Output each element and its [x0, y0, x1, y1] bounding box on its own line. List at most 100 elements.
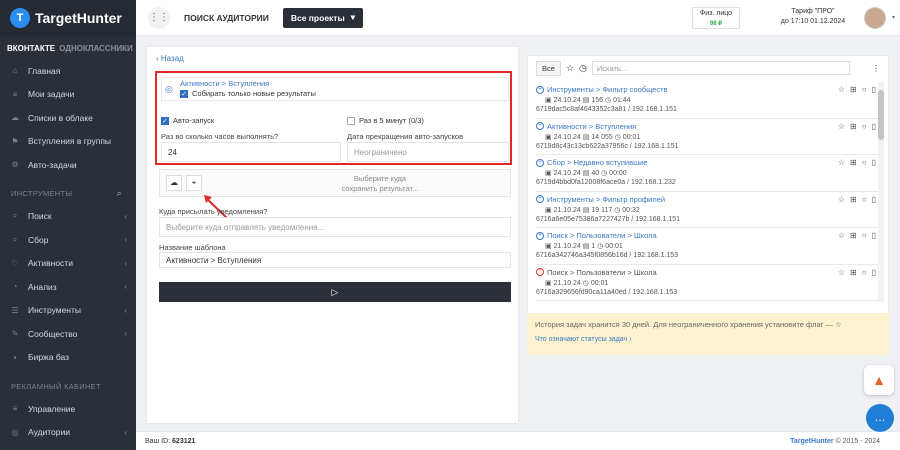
sidebar-item-activities[interactable]: ♡ Активности ‹ [0, 252, 136, 276]
history-row-title[interactable]: + Инструменты > Фильтр профилей [536, 195, 878, 204]
star-icon[interactable]: ☆ [838, 122, 845, 131]
checkbox-checked-icon[interactable]: ✓ [180, 90, 188, 99]
logo[interactable]: T TargetHunter [0, 0, 136, 36]
scrollbar[interactable] [878, 82, 884, 302]
chevron-left-icon: ‹ [124, 329, 127, 339]
star-icon[interactable]: ☆ [566, 63, 574, 74]
hours-input[interactable]: 24 [161, 142, 341, 162]
checkbox-icon[interactable] [347, 117, 355, 126]
hint-line1: Выберите куда [353, 174, 407, 183]
caret-down-icon[interactable]: ▾ [892, 14, 895, 21]
sidebar-item-base-exchange[interactable]: ▪ Биржа баз [0, 346, 136, 370]
star-icon[interactable]: ☆ [838, 158, 845, 167]
clock-icon: ◷ [601, 170, 608, 177]
history-row[interactable]: ! Поиск > Пользователи > Школа ▣ 21.10.24 … [536, 265, 878, 301]
run-button[interactable]: ▷ [159, 282, 511, 302]
sidebar-item-collect[interactable]: ⌕ Сбор ‹ [0, 228, 136, 252]
search-icon[interactable]: ⌕ [117, 188, 122, 199]
apps-grid-icon[interactable]: ⋮⋮ [148, 6, 170, 29]
network-vk[interactable]: ВКОНТАКТЕ [7, 44, 55, 53]
star-icon[interactable]: ☆ [838, 231, 845, 240]
scrollbar-thumb[interactable] [878, 90, 884, 140]
clock-icon[interactable]: ◷ [579, 63, 587, 74]
settings-sliders-icon[interactable]: ⊞ [850, 231, 857, 240]
comment-icon[interactable]: ○ [862, 268, 867, 277]
sidebar-item-analysis[interactable]: ◔ Анализ ‹ [0, 275, 136, 299]
page-title: ПОИСК АУДИТОРИИ [184, 12, 269, 23]
template-input[interactable]: Активности > Вступления [159, 252, 511, 268]
comment-icon[interactable]: ○ [862, 231, 867, 240]
settings-sliders-icon[interactable]: ⊞ [850, 268, 857, 277]
history-row[interactable]: + Активности > Вступления ▣ 24.10.24 ▤ 14 … [536, 119, 878, 155]
history-row-title[interactable]: + Поиск > Пользователи > Школа [536, 231, 878, 240]
settings-sliders-icon[interactable]: ⊞ [850, 122, 857, 131]
status-meaning-link[interactable]: Что означают статусы задач › [535, 336, 881, 343]
avatar[interactable] [864, 7, 886, 29]
trash-icon[interactable]: ▯ [872, 122, 876, 131]
settings-sliders-icon[interactable]: ⊞ [850, 195, 857, 204]
comment-icon[interactable]: ○ [862, 85, 867, 94]
app-widget-button[interactable]: ▲ [864, 365, 894, 395]
footer-brand[interactable]: TargetHunter [790, 438, 833, 445]
every5-option[interactable]: Раз в 5 минут (0/3) [347, 116, 424, 126]
settings-sliders-icon[interactable]: ⊞ [850, 158, 857, 167]
sidebar-item-instruments[interactable]: ☰ Инструменты ‹ [0, 299, 136, 323]
network-ok[interactable]: ОДНОКЛАССНИКИ [59, 44, 133, 53]
history-panel: Все ☆ ◷ Искать... ⋮ + Инструменты > Фильт… [527, 55, 889, 355]
history-row-title[interactable]: + Сбор > Недавно вступившие [536, 158, 878, 167]
trash-icon[interactable]: ▯ [872, 195, 876, 204]
comment-icon[interactable]: ○ [862, 195, 867, 204]
chevron-left-icon: ‹ [124, 211, 127, 221]
sidebar-item-community[interactable]: ✎ Сообщество ‹ [0, 322, 136, 346]
history-search-input[interactable]: Искать... [591, 61, 850, 75]
settings-sliders-icon[interactable]: ⊞ [850, 85, 857, 94]
crosshair-icon[interactable]: ⌖ [186, 175, 202, 191]
trash-icon[interactable]: ▯ [872, 158, 876, 167]
group-icon: ⚑ [11, 136, 19, 146]
filter-all-button[interactable]: Все [536, 60, 561, 76]
sidebar-item-group-joins[interactable]: ⚑ Вступления в группы [0, 130, 136, 154]
sidebar-item-cloud-lists[interactable]: ☁ Списки в облаке [0, 106, 136, 130]
history-row[interactable]: + Поиск > Пользователи > Школа ▣ 21.10.24 … [536, 228, 878, 265]
star-icon[interactable]: ☆ [838, 85, 845, 94]
history-row-title[interactable]: ! Поиск > Пользователи > Школа [536, 268, 878, 277]
star-icon[interactable]: ☆ [838, 195, 845, 204]
section-link[interactable]: Активности > Вступления [180, 79, 269, 88]
sidebar-item-home[interactable]: ⌂ Главная [0, 59, 136, 83]
more-icon[interactable]: ⋮ [872, 64, 880, 73]
history-row-title[interactable]: + Инструменты > Фильтр сообществ [536, 85, 878, 94]
history-row[interactable]: + Инструменты > Фильтр профилей ▣ 21.10.24… [536, 192, 878, 228]
sidebar-item-tasks[interactable]: ≡ Мои задачи [0, 83, 136, 107]
history-row[interactable]: + Сбор > Недавно вступившие ▣ 24.10.24 ▤ 4… [536, 155, 878, 192]
sidebar-item-audiences[interactable]: ◎ Аудитории ‹ [0, 421, 136, 445]
sidebar-item-search[interactable]: ⌕ Поиск ‹ [0, 205, 136, 229]
collect-new-option[interactable]: ✓ Собирать только новые результаты [180, 89, 316, 99]
row-actions: ☆ ⊞ ○ ▯ [838, 122, 876, 131]
sidebar-item-auto-tasks[interactable]: ⚙ Авто-задачи [0, 153, 136, 177]
chat-icon: … [874, 412, 886, 424]
history-row-title[interactable]: + Активности > Вступления [536, 122, 878, 131]
calendar-icon: ▣ [545, 97, 552, 104]
trash-icon[interactable]: ▯ [872, 231, 876, 240]
users-icon: ▤ [582, 97, 590, 104]
stop-date-input[interactable]: Неограничено [347, 142, 509, 162]
chat-button[interactable]: … [866, 404, 894, 432]
balance: 98 ₽ [709, 21, 723, 27]
autorun-option[interactable]: ✓ Авто-запуск [161, 116, 214, 126]
trash-icon[interactable]: ▯ [872, 85, 876, 94]
tariff-info[interactable]: Тариф "ПРО" до 17:10 01.12.2024 [773, 7, 853, 27]
trash-icon[interactable]: ▯ [872, 268, 876, 277]
projects-dropdown[interactable]: Все проекты ▾ [282, 7, 364, 28]
account-type[interactable]: Физ. лицо 98 ₽ [692, 7, 740, 29]
sidebar-item-label: Списки в облаке [28, 112, 93, 123]
comment-icon[interactable]: ○ [862, 158, 867, 167]
notify-select[interactable]: Выберите куда отправлять уведомления... [159, 217, 511, 237]
sidebar-item-manage[interactable]: ≡ Управление [0, 397, 136, 421]
star-icon[interactable]: ☆ [838, 268, 845, 277]
checkbox-checked-icon[interactable]: ✓ [161, 117, 169, 126]
heart-icon: ♡ [11, 258, 19, 268]
history-row[interactable]: + Инструменты > Фильтр сообществ ▣ 24.10.2… [536, 82, 878, 119]
comment-icon[interactable]: ○ [862, 122, 867, 131]
back-link[interactable]: ‹ Назад [156, 54, 184, 63]
cloud-upload-icon[interactable]: ☁ [166, 175, 182, 191]
